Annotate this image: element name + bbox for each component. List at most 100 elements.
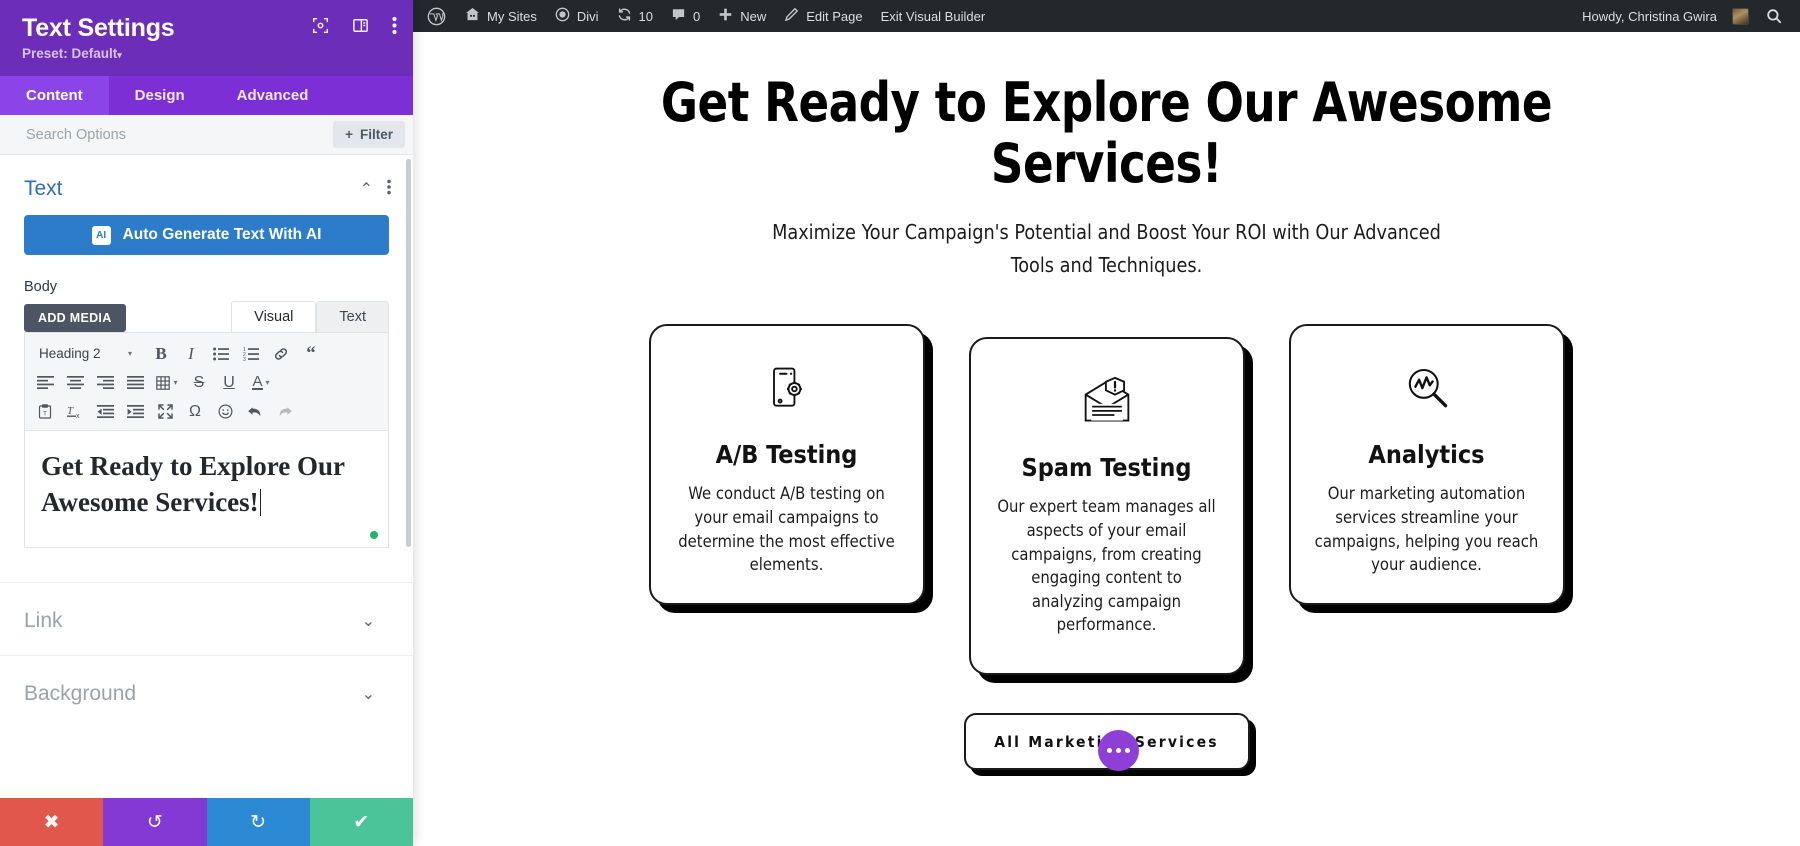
editor-tab-text[interactable]: Text xyxy=(316,301,389,332)
dot xyxy=(1116,748,1121,753)
undo-button[interactable]: ↺ xyxy=(103,798,206,846)
chevron-down-icon-background[interactable]: ⌄ xyxy=(362,684,375,704)
chevron-down-icon-link[interactable]: ⌄ xyxy=(362,611,375,631)
new-content-menu[interactable]: New xyxy=(709,0,775,32)
edit-page-label: Edit Page xyxy=(806,9,862,24)
card-description: Our marketing automation services stream… xyxy=(1315,482,1539,576)
sidebar-header: Text Settings Preset: Default▾ xyxy=(0,0,413,76)
card-title: Analytics xyxy=(1315,440,1539,469)
pencil-icon xyxy=(784,7,799,26)
settings-tabs: Content Design Advanced xyxy=(0,76,413,115)
updates-menu[interactable]: 10 xyxy=(608,0,662,32)
more-options-icon[interactable] xyxy=(392,16,397,35)
page-canvas: My Sites Divi 10 0 xyxy=(413,0,1800,846)
cancel-button[interactable]: ✖ xyxy=(0,798,103,846)
link-icon[interactable] xyxy=(267,340,295,367)
numbered-list-icon[interactable]: 1 2 3 xyxy=(237,340,265,367)
preset-selector[interactable]: Preset: Default▾ xyxy=(22,46,395,61)
emoji-icon[interactable] xyxy=(211,398,239,425)
fullscreen-icon[interactable] xyxy=(151,398,179,425)
ai-button-label: Auto Generate Text With AI xyxy=(123,226,322,244)
add-media-button[interactable]: ADD MEDIA xyxy=(24,304,126,332)
sidebar-scrollbar[interactable] xyxy=(406,159,411,547)
table-icon[interactable]: ▾ xyxy=(151,369,183,396)
tab-content[interactable]: Content xyxy=(0,76,109,115)
ai-badge-icon: AI xyxy=(92,226,111,245)
text-color-icon[interactable]: A ▾ xyxy=(245,369,277,396)
card-analytics[interactable]: Analytics Our marketing automation servi… xyxy=(1289,324,1565,604)
svg-text:T: T xyxy=(67,405,74,417)
mobile-settings-icon xyxy=(675,360,899,418)
magnifier-chart-icon xyxy=(1315,360,1539,418)
align-right-icon[interactable] xyxy=(91,369,119,396)
redo-icon[interactable] xyxy=(271,398,299,425)
editor-content-area[interactable]: Get Ready to Explore Our Awesome Service… xyxy=(24,430,389,548)
section-title-text: Text xyxy=(24,177,360,201)
blockquote-icon[interactable]: “ xyxy=(297,340,325,367)
card-ab-testing[interactable]: A/B Testing We conduct A/B testing on yo… xyxy=(649,324,925,604)
comments-icon xyxy=(671,7,686,26)
panel-layout-icon[interactable] xyxy=(352,17,369,34)
bulleted-list-icon[interactable] xyxy=(207,340,235,367)
dot xyxy=(1107,748,1112,753)
paste-as-text-icon[interactable]: T xyxy=(31,398,59,425)
comments-count: 0 xyxy=(693,9,700,24)
comments-menu[interactable]: 0 xyxy=(662,0,709,32)
sites-icon xyxy=(465,7,480,26)
wordpress-admin-bar: My Sites Divi 10 0 xyxy=(413,0,1800,32)
clear-formatting-icon[interactable]: T x xyxy=(61,398,89,425)
paragraph-format-select[interactable]: Heading 2 ▾ xyxy=(31,341,139,367)
editor-heading-text: Get Ready to Explore Our Awesome Service… xyxy=(41,449,372,520)
filter-button[interactable]: + Filter xyxy=(333,121,405,148)
svg-text:x: x xyxy=(76,413,80,419)
svg-text:3: 3 xyxy=(243,357,246,361)
settings-body: Text ⌃ AI Auto Generate Text With AI Bod… xyxy=(0,155,413,846)
tab-advanced[interactable]: Advanced xyxy=(211,76,335,115)
align-center-icon[interactable] xyxy=(61,369,89,396)
editor-tab-visual[interactable]: Visual xyxy=(231,301,316,332)
preset-caret-icon: ▾ xyxy=(117,50,122,60)
indent-icon[interactable] xyxy=(121,398,149,425)
section-background[interactable]: Background ⌄ xyxy=(0,655,413,728)
italic-icon[interactable]: I xyxy=(177,340,205,367)
my-sites-label: My Sites xyxy=(487,9,537,24)
section-options-icon[interactable] xyxy=(387,179,391,200)
section-title-background: Background xyxy=(24,682,362,706)
divi-label: Divi xyxy=(577,9,599,24)
special-character-icon[interactable]: Ω xyxy=(181,398,209,425)
body-editor: ADD MEDIA Visual Text Heading 2 ▾ xyxy=(24,302,389,548)
focus-target-icon[interactable] xyxy=(312,17,329,34)
card-spam-testing[interactable]: Spam Testing Our expert team manages all… xyxy=(969,337,1245,675)
howdy-label: Howdy, Christina Gwira xyxy=(1582,9,1717,24)
wordpress-logo-icon[interactable] xyxy=(415,0,456,32)
exit-visual-builder-menu[interactable]: Exit Visual Builder xyxy=(872,0,995,32)
my-sites-menu[interactable]: My Sites xyxy=(456,0,546,32)
new-label: New xyxy=(740,9,766,24)
dot xyxy=(1125,748,1130,753)
plus-icon: + xyxy=(345,127,353,142)
bold-icon[interactable]: B xyxy=(147,340,175,367)
plus-icon xyxy=(718,7,733,26)
account-menu[interactable]: Howdy, Christina Gwira xyxy=(1573,0,1758,32)
search-icon[interactable] xyxy=(1758,0,1796,32)
search-bar: + Filter xyxy=(0,115,413,155)
search-input[interactable] xyxy=(26,127,333,143)
section-link[interactable]: Link ⌄ xyxy=(0,582,413,655)
save-button[interactable]: ✔ xyxy=(310,798,413,846)
outdent-icon[interactable] xyxy=(91,398,119,425)
align-left-icon[interactable] xyxy=(31,369,59,396)
strikethrough-icon[interactable]: S xyxy=(185,369,213,396)
underline-icon[interactable]: U xyxy=(215,369,243,396)
auto-generate-text-ai-button[interactable]: AI Auto Generate Text With AI xyxy=(24,215,389,255)
text-cursor xyxy=(260,489,262,516)
redo-button[interactable]: ↻ xyxy=(207,798,310,846)
section-text-header[interactable]: Text ⌃ xyxy=(0,155,413,215)
module-options-dots-icon[interactable] xyxy=(1098,730,1139,771)
align-justify-icon[interactable] xyxy=(121,369,149,396)
tab-design[interactable]: Design xyxy=(109,76,211,115)
divi-menu[interactable]: Divi xyxy=(546,0,608,32)
body-field-label: Body xyxy=(24,279,413,295)
edit-page-menu[interactable]: Edit Page xyxy=(775,0,871,32)
undo-icon[interactable] xyxy=(241,398,269,425)
chevron-up-icon[interactable]: ⌃ xyxy=(360,179,373,199)
